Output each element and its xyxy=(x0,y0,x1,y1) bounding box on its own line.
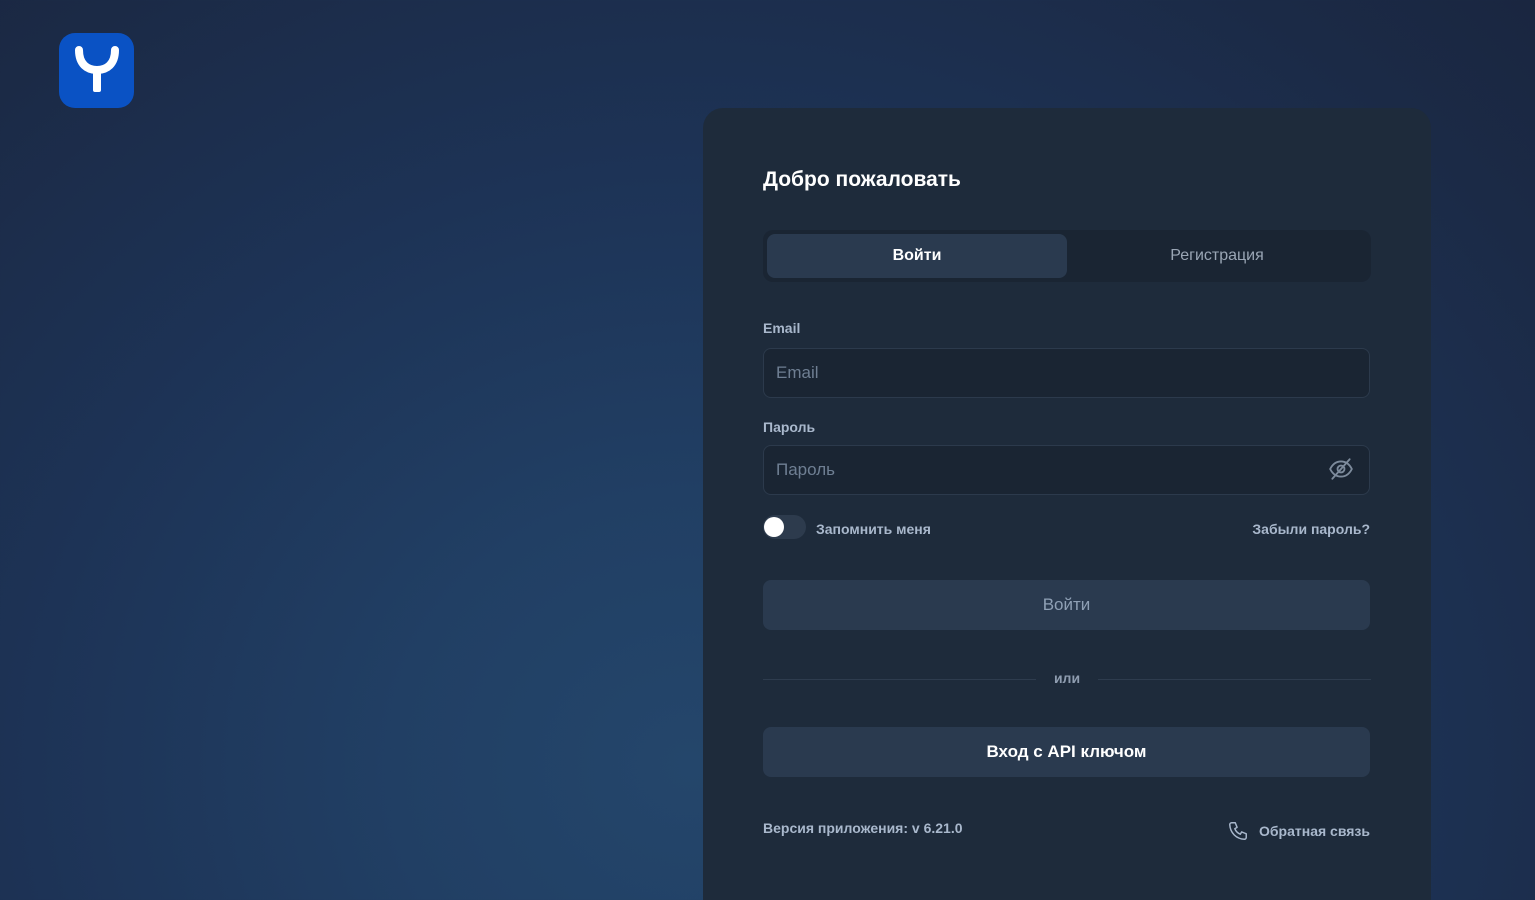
y-logo-icon xyxy=(74,45,119,92)
login-button[interactable]: Войти xyxy=(763,580,1370,630)
tab-register[interactable]: Регистрация xyxy=(1067,234,1367,278)
page-title: Добро пожаловать xyxy=(763,168,961,191)
remember-me-label: Запомнить меня xyxy=(816,521,931,537)
password-field[interactable] xyxy=(763,445,1370,495)
feedback-label: Обратная связь xyxy=(1259,823,1370,839)
forgot-password-link[interactable]: Забыли пароль? xyxy=(1252,521,1370,537)
login-card: Добро пожаловать Войти Регистрация Email… xyxy=(703,108,1431,900)
tab-login[interactable]: Войти xyxy=(767,234,1067,278)
email-field[interactable] xyxy=(763,348,1370,398)
divider-text: или xyxy=(1036,670,1098,686)
api-key-login-button[interactable]: Вход с API ключом xyxy=(763,727,1370,777)
auth-tabs: Войти Регистрация xyxy=(763,230,1371,282)
email-label: Email xyxy=(763,320,801,336)
eye-off-icon xyxy=(1329,458,1353,480)
feedback-link[interactable]: Обратная связь xyxy=(1227,820,1370,842)
remember-me-toggle[interactable] xyxy=(763,515,806,539)
app-version: Версия приложения: v 6.21.0 xyxy=(763,820,963,836)
password-label: Пароль xyxy=(763,419,816,435)
app-logo xyxy=(59,33,134,108)
toggle-knob xyxy=(764,517,784,537)
toggle-password-visibility-button[interactable] xyxy=(1326,454,1356,484)
phone-icon xyxy=(1229,822,1247,840)
